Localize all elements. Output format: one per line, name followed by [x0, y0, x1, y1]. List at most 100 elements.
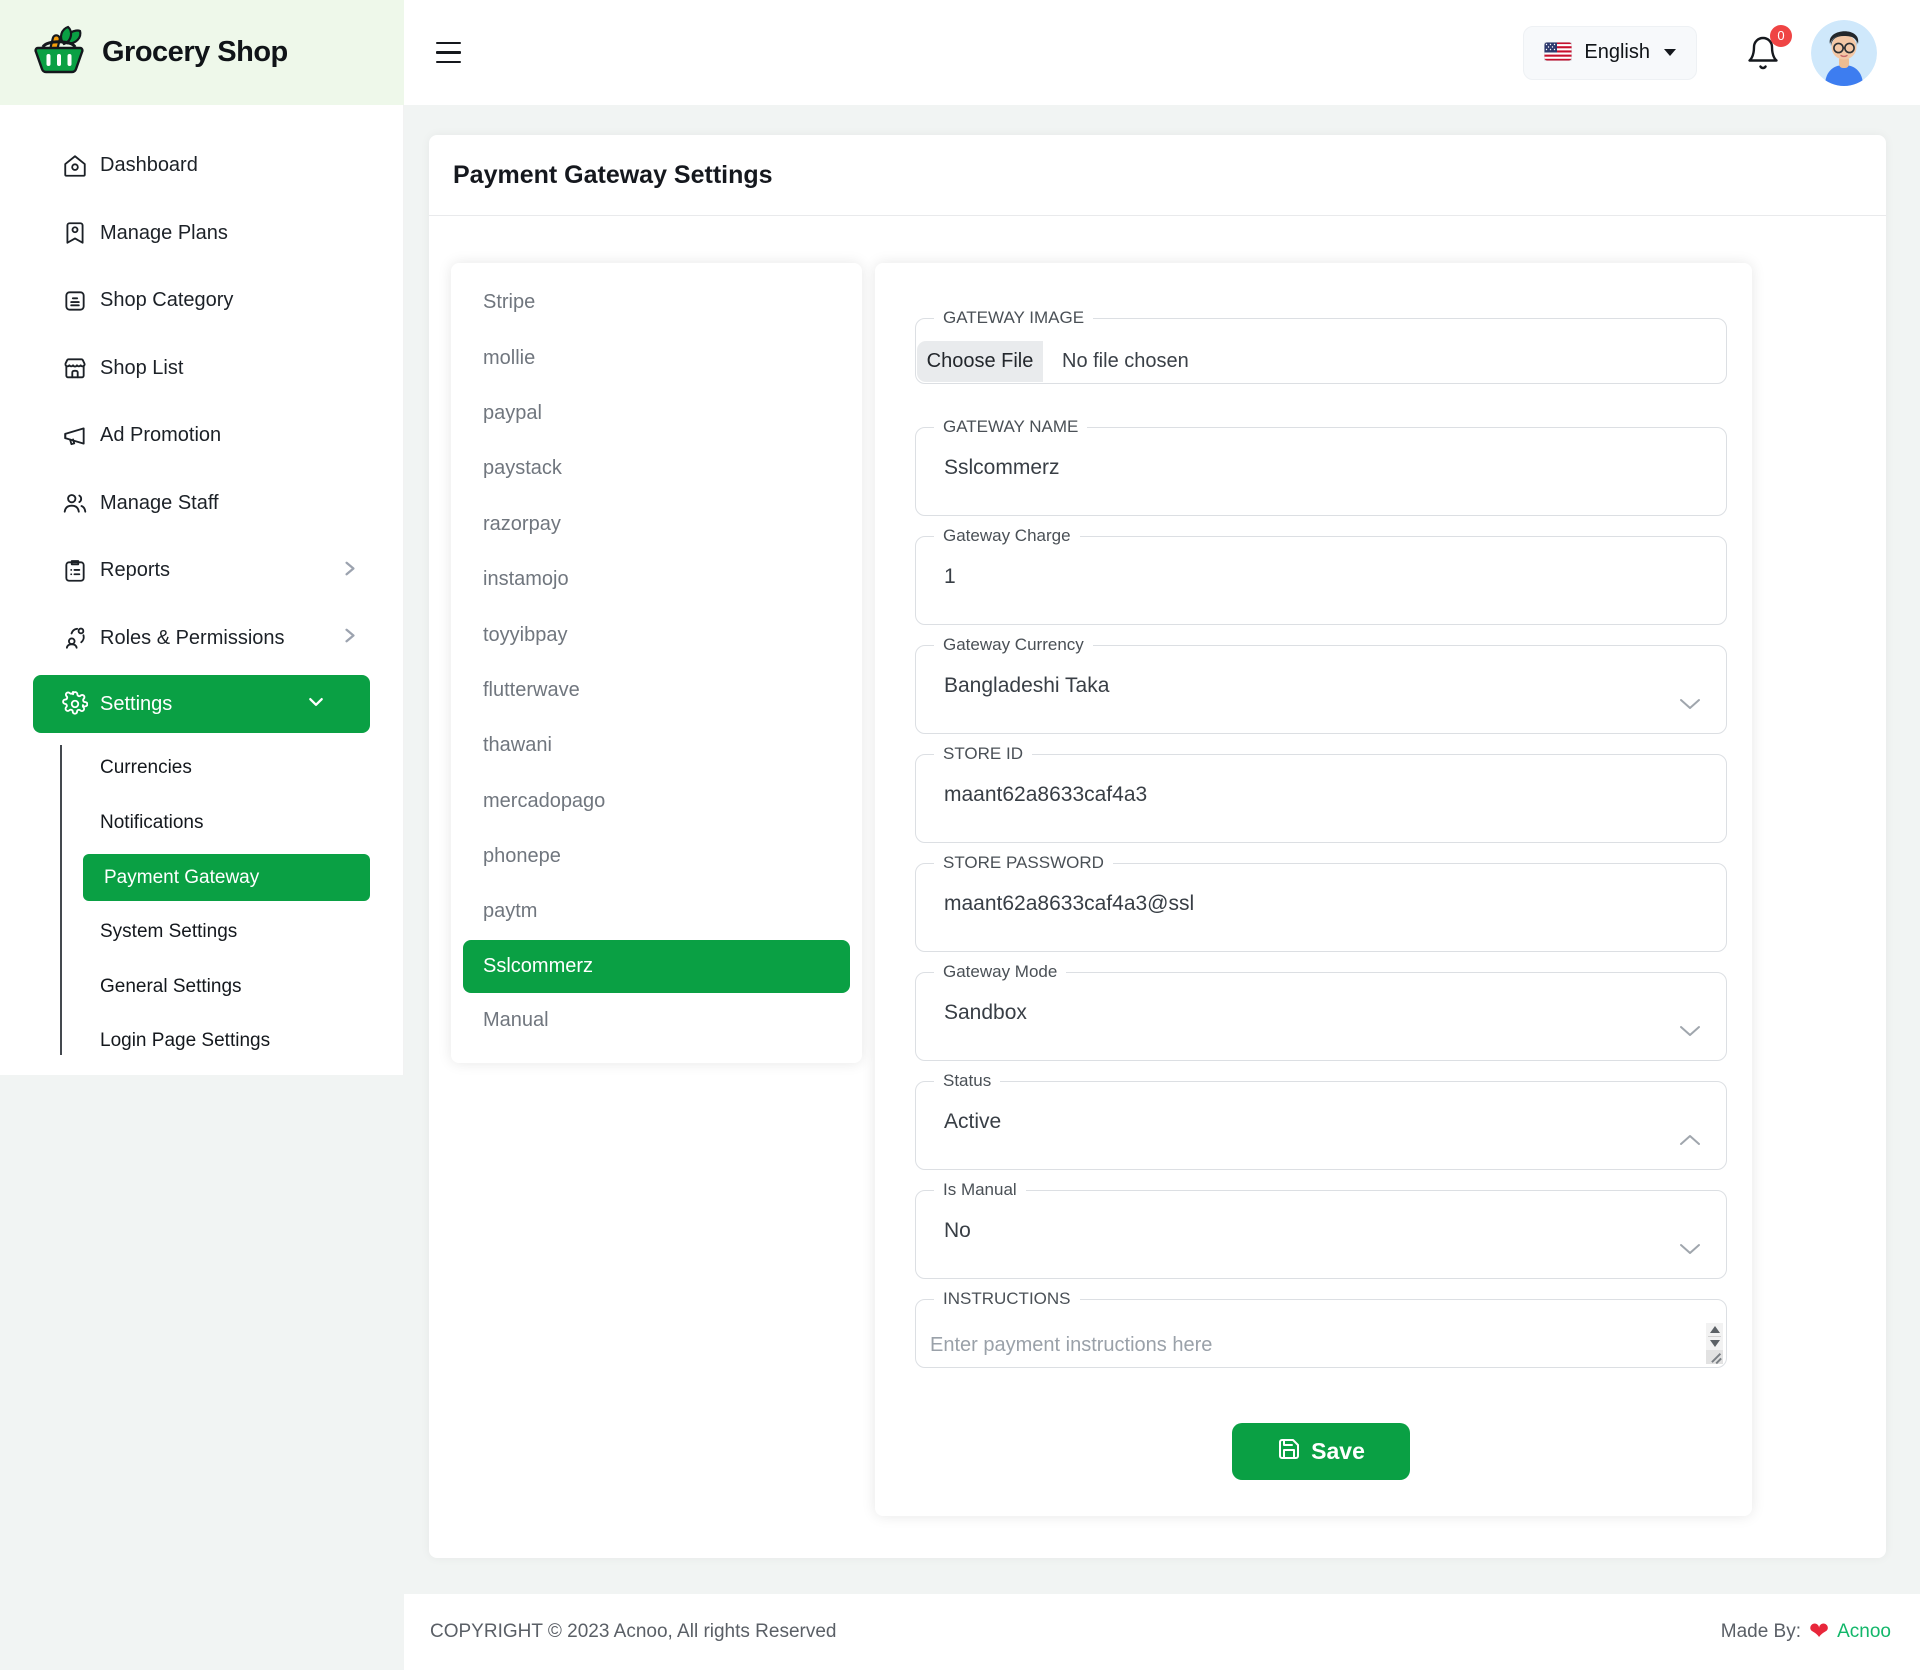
sidebar-item-shop-list[interactable]: Shop List: [0, 335, 403, 403]
gateway-list-item[interactable]: mollie: [463, 330, 850, 385]
sidebar: Dashboard Manage Plans Shop Category: [0, 105, 404, 1075]
field-label: Status: [934, 1070, 1000, 1092]
sidebar-item-manage-staff[interactable]: Manage Staff: [0, 470, 403, 538]
sidebar-item-shop-category[interactable]: Shop Category: [0, 267, 403, 335]
notifications-button[interactable]: 0: [1745, 34, 1781, 72]
sidebar-item-payment-gateway[interactable]: Payment Gateway: [83, 854, 370, 901]
users-icon: [62, 490, 88, 516]
page-title: Payment Gateway Settings: [453, 161, 773, 190]
field-label: GATEWAY NAME: [934, 416, 1087, 438]
gateway-list-item[interactable]: razorpay: [463, 497, 850, 552]
menu-toggle-icon[interactable]: [432, 38, 465, 68]
user-roles-icon: [62, 625, 88, 651]
payment-gateway-settings-card: Payment Gateway Settings Stripemolliepay…: [429, 135, 1886, 1558]
topbar: Grocery Shop: [0, 0, 1920, 105]
sidebar-item-currencies[interactable]: Currencies: [0, 741, 403, 796]
gateway-list-item[interactable]: thawani: [463, 718, 850, 773]
gateway-list-item[interactable]: mercadopago: [463, 774, 850, 829]
sidebar-item-general-settings[interactable]: General Settings: [0, 960, 403, 1015]
field-gateway-currency: Gateway Currency Bangladeshi Taka: [915, 634, 1727, 734]
sub-item-label: System Settings: [100, 921, 237, 943]
sub-item-label: Payment Gateway: [104, 867, 259, 889]
gateway-mode-select[interactable]: Sandbox: [916, 983, 1726, 1025]
instructions-textarea[interactable]: [930, 1334, 1684, 1363]
gateway-name-input[interactable]: [916, 438, 1686, 480]
field-label: GATEWAY IMAGE: [934, 307, 1093, 329]
grocery-basket-icon: [30, 21, 88, 84]
home-icon: [62, 153, 88, 179]
gateway-list-item[interactable]: flutterwave: [463, 663, 850, 718]
field-status: Status Active: [915, 1070, 1727, 1170]
sidebar-item-label: Shop List: [100, 357, 183, 380]
topbar-main: English 0: [404, 0, 1920, 105]
copyright-text: COPYRIGHT © 2023 Acnoo, All rights Reser…: [430, 1621, 837, 1643]
gateway-list-item[interactable]: Manual: [463, 993, 850, 1048]
sidebar-item-settings[interactable]: Settings: [33, 675, 370, 733]
main-content: Payment Gateway Settings Stripemolliepay…: [404, 105, 1920, 1558]
sidebar-item-reports[interactable]: Reports: [0, 537, 403, 605]
bookmark-icon: [62, 220, 88, 246]
brand-name: Grocery Shop: [102, 36, 288, 69]
sub-item-label: General Settings: [100, 976, 242, 998]
field-store-password: STORE PASSWORD: [915, 852, 1727, 952]
heart-icon: ❤: [1809, 1620, 1829, 1644]
sidebar-item-label: Manage Staff: [100, 492, 219, 515]
field-label: Gateway Currency: [934, 634, 1093, 656]
gateway-list-item[interactable]: phonepe: [463, 829, 850, 884]
footer: COPYRIGHT © 2023 Acnoo, All rights Reser…: [404, 1594, 1920, 1670]
gateway-list-item[interactable]: instamojo: [463, 552, 850, 607]
sidebar-item-notifications[interactable]: Notifications: [0, 796, 403, 851]
field-label: Gateway Charge: [934, 525, 1080, 547]
store-icon: [62, 355, 88, 381]
gateway-list-item[interactable]: paystack: [463, 441, 850, 496]
made-by-brand-link[interactable]: Acnoo: [1837, 1621, 1891, 1643]
sidebar-item-ad-promotion[interactable]: Ad Promotion: [0, 402, 403, 470]
gateway-list-item[interactable]: paytm: [463, 884, 850, 939]
gateway-list-item[interactable]: Sslcommerz: [463, 940, 850, 993]
is-manual-select[interactable]: No: [916, 1201, 1726, 1243]
store-id-input[interactable]: [916, 765, 1686, 807]
scroll-up-button[interactable]: [1706, 1323, 1723, 1336]
resize-grip[interactable]: [1706, 1350, 1723, 1364]
sidebar-item-manage-plans[interactable]: Manage Plans: [0, 200, 403, 268]
file-chosen-status: No file chosen: [1062, 341, 1189, 382]
scroll-down-button[interactable]: [1706, 1337, 1723, 1350]
us-flag-icon: [1544, 42, 1572, 64]
notification-badge: 0: [1770, 25, 1792, 47]
made-by-label: Made By:: [1721, 1621, 1801, 1643]
field-store-id: STORE ID: [915, 743, 1727, 843]
store-password-input[interactable]: [916, 874, 1686, 916]
sidebar-item-label: Settings: [100, 693, 172, 716]
card-header: Payment Gateway Settings: [429, 135, 1886, 216]
gateway-currency-select[interactable]: Bangladeshi Taka: [916, 656, 1726, 698]
gateway-list-item[interactable]: toyyibpay: [463, 607, 850, 662]
status-select[interactable]: Active: [916, 1092, 1726, 1134]
save-disk-icon: [1277, 1437, 1301, 1467]
megaphone-icon: [62, 423, 88, 449]
sidebar-item-login-page-settings[interactable]: Login Page Settings: [0, 1014, 403, 1069]
made-by: Made By: ❤ Acnoo: [1721, 1620, 1891, 1644]
save-button[interactable]: Save: [1232, 1423, 1410, 1480]
brand-logo-area[interactable]: Grocery Shop: [0, 0, 404, 105]
category-card-icon: [62, 288, 88, 314]
gateway-list-item[interactable]: paypal: [463, 386, 850, 441]
chevron-down-icon: [1679, 698, 1701, 710]
sub-item-label: Login Page Settings: [100, 1030, 270, 1052]
chevron-up-icon: [1679, 1134, 1701, 1146]
field-gateway-image: GATEWAY IMAGE Choose File No file chosen: [915, 307, 1727, 384]
gateway-list: Stripemolliepaypalpaystackrazorpayinstam…: [451, 263, 862, 1063]
language-selector[interactable]: English: [1523, 26, 1697, 80]
choose-file-button[interactable]: Choose File: [917, 341, 1043, 382]
user-avatar[interactable]: [1811, 20, 1877, 86]
field-label: INSTRUCTIONS: [934, 1288, 1080, 1310]
sidebar-item-roles-permissions[interactable]: Roles & Permissions: [0, 605, 403, 673]
gateway-list-item[interactable]: Stripe: [463, 275, 850, 330]
sidebar-item-system-settings[interactable]: System Settings: [0, 905, 403, 960]
sidebar-item-label: Dashboard: [100, 154, 198, 177]
gear-icon: [62, 691, 88, 717]
gateway-charge-input[interactable]: [916, 547, 1686, 589]
sub-item-label: Notifications: [100, 812, 204, 834]
sidebar-item-dashboard[interactable]: Dashboard: [0, 132, 403, 200]
textarea-scrollbar[interactable]: [1706, 1323, 1723, 1364]
chevron-down-icon: [1679, 1243, 1701, 1255]
